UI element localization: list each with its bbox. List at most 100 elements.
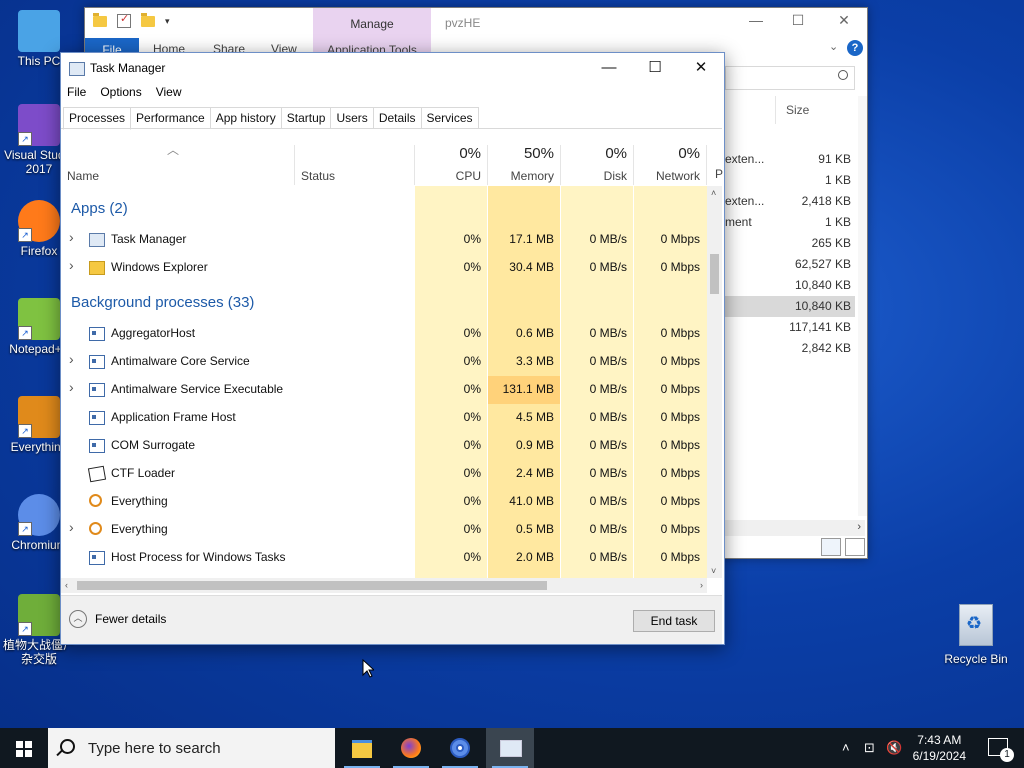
explorer-file-row[interactable]: 62,527 KB bbox=[725, 254, 855, 275]
new-folder-icon[interactable] bbox=[141, 12, 155, 27]
taskbar-task-manager[interactable] bbox=[486, 728, 534, 768]
file-size-cell: 1 KB bbox=[824, 173, 851, 187]
ribbon-expand-icon[interactable]: ⌄ bbox=[829, 40, 838, 53]
details-view-icon[interactable] bbox=[821, 538, 841, 556]
chevron-right-icon[interactable]: › bbox=[69, 257, 74, 273]
task-manager-window[interactable]: Task Manager — ☐ ✕ File Options View Pro… bbox=[60, 52, 725, 645]
help-icon[interactable]: ? bbox=[847, 40, 863, 56]
explorer-file-row[interactable]: 2,842 KB bbox=[725, 338, 855, 359]
horizontal-scroll-thumb[interactable] bbox=[77, 581, 547, 590]
tab-performance[interactable]: Performance bbox=[131, 107, 211, 129]
vertical-scrollbar[interactable]: ˄ ˅ bbox=[707, 186, 722, 578]
file-size-cell: 117,141 KB bbox=[789, 320, 851, 334]
group-apps: Apps (2) bbox=[71, 200, 128, 217]
column-header-power[interactable]: P bbox=[715, 167, 723, 181]
file-size-cell: 62,527 KB bbox=[794, 257, 851, 271]
folder-icon[interactable] bbox=[93, 12, 107, 27]
chevron-right-icon[interactable]: › bbox=[69, 351, 74, 367]
process-row[interactable]: CTF Loader 0% 2.4 MB 0 MB/s 0 Mbps bbox=[61, 460, 707, 488]
close-icon[interactable]: ✕ bbox=[829, 12, 859, 32]
size-column-header[interactable]: Size bbox=[775, 96, 866, 124]
minimize-button[interactable]: — bbox=[586, 53, 632, 83]
tab-details[interactable]: Details bbox=[373, 107, 422, 129]
fewer-details-button[interactable]: ︿ Fewer details bbox=[69, 610, 166, 628]
menu-options[interactable]: Options bbox=[100, 85, 141, 99]
chevron-right-icon[interactable]: › bbox=[69, 379, 74, 395]
maximize-icon[interactable]: ☐ bbox=[783, 12, 813, 32]
chevron-right-icon[interactable]: › bbox=[69, 229, 74, 245]
process-row[interactable]: › Antimalware Core Service 0% 3.3 MB 0 MB/s 0… bbox=[61, 348, 707, 376]
tab-app-history[interactable]: App history bbox=[210, 107, 282, 129]
tab-processes[interactable]: Processes bbox=[63, 107, 132, 130]
taskbar-firefox[interactable] bbox=[387, 728, 435, 768]
process-row[interactable]: Application Frame Host 0% 4.5 MB 0 MB/s 0 Mb… bbox=[61, 404, 707, 432]
column-header-name[interactable]: ︿ Name bbox=[61, 143, 295, 185]
horizontal-scrollbar[interactable]: ‹ › bbox=[61, 578, 707, 593]
menu-file[interactable]: File bbox=[67, 85, 86, 99]
disk-cell: 0 MB/s bbox=[589, 550, 627, 564]
properties-icon[interactable]: ✓ bbox=[117, 13, 131, 28]
memory-cell: 41.0 MB bbox=[509, 494, 554, 508]
explorer-vertical-scrollbar[interactable] bbox=[858, 96, 867, 516]
explorer-file-row[interactable]: ment 1 KB bbox=[725, 212, 855, 233]
chevron-up-icon[interactable]: ˄ bbox=[842, 740, 850, 755]
column-header-disk[interactable]: 0% Disk bbox=[561, 145, 634, 185]
process-row[interactable]: › Task Manager 0% 17.1 MB 0 MB/s 0 Mbps bbox=[61, 226, 707, 254]
task-manager-titlebar[interactable]: Task Manager — ☐ ✕ bbox=[61, 53, 724, 83]
desktop-icon-recycle-bin[interactable]: Recycle Bin bbox=[938, 604, 1014, 666]
chevron-right-icon[interactable]: › bbox=[69, 519, 74, 535]
scroll-up-icon[interactable]: ˄ bbox=[711, 188, 716, 198]
windows-logo-icon bbox=[16, 741, 32, 757]
explorer-file-row[interactable]: 1 KB bbox=[725, 170, 855, 191]
maximize-button[interactable]: ☐ bbox=[632, 53, 678, 83]
explorer-search-input[interactable] bbox=[725, 66, 855, 90]
column-header-cpu[interactable]: 0% CPU bbox=[415, 145, 488, 185]
tab-users[interactable]: Users bbox=[331, 107, 374, 129]
scroll-left-icon[interactable]: ‹ bbox=[65, 580, 68, 590]
chevron-up-icon: ︿ bbox=[69, 610, 87, 628]
vertical-scroll-thumb[interactable] bbox=[710, 254, 719, 294]
column-header-status[interactable]: Status bbox=[295, 145, 415, 185]
taskbar-search-box[interactable]: Type here to search bbox=[48, 728, 335, 768]
column-header-memory[interactable]: 50% Memory bbox=[488, 145, 561, 185]
process-row[interactable]: Host Process for Windows Tasks 0% 2.0 MB 0 … bbox=[61, 544, 707, 572]
network-icon[interactable]: ⊡ bbox=[864, 740, 875, 756]
process-row[interactable]: AggregatorHost 0% 0.6 MB 0 MB/s 0 Mbps bbox=[61, 320, 707, 348]
taskbar-file-explorer[interactable] bbox=[338, 728, 386, 768]
explorer-file-row[interactable]: exten... 2,418 KB bbox=[725, 191, 855, 212]
explorer-file-row[interactable]: 117,141 KB bbox=[725, 317, 855, 338]
close-button[interactable]: ✕ bbox=[678, 53, 724, 83]
column-header-network[interactable]: 0% Network bbox=[634, 145, 707, 185]
taskbar-chromium[interactable] bbox=[436, 728, 484, 768]
tab-services[interactable]: Services bbox=[421, 107, 479, 129]
start-button[interactable] bbox=[0, 728, 48, 768]
menu-view[interactable]: View bbox=[156, 85, 182, 99]
scroll-right-icon[interactable]: › bbox=[700, 580, 703, 590]
explorer-file-row[interactable]: 10,840 KB bbox=[725, 296, 855, 317]
process-row[interactable]: › Everything 0% 0.5 MB 0 MB/s 0 Mbps bbox=[61, 516, 707, 544]
end-task-button[interactable]: End task bbox=[633, 610, 715, 632]
large-icons-view-icon[interactable] bbox=[845, 538, 865, 556]
process-name: Task Manager bbox=[111, 232, 187, 246]
explorer-titlebar[interactable]: ✓ ▾ Manage pvzHE — ☐ ✕ bbox=[85, 8, 867, 38]
chevron-down-icon[interactable]: ▾ bbox=[165, 16, 170, 27]
process-row[interactable]: COM Surrogate 0% 0.9 MB 0 MB/s 0 Mbps bbox=[61, 432, 707, 460]
task-manager-icon bbox=[69, 62, 85, 76]
everything-search-icon bbox=[89, 494, 102, 507]
explorer-file-row[interactable]: exten... 91 KB bbox=[725, 149, 855, 170]
process-row[interactable]: Everything 0% 41.0 MB 0 MB/s 0 Mbps bbox=[61, 488, 707, 516]
scroll-down-icon[interactable]: ˅ bbox=[711, 566, 716, 576]
tab-startup[interactable]: Startup bbox=[281, 107, 332, 129]
explorer-file-row[interactable]: 265 KB bbox=[725, 233, 855, 254]
explorer-file-row[interactable]: 10,840 KB bbox=[725, 275, 855, 296]
process-row[interactable]: › Windows Explorer 0% 30.4 MB 0 MB/s 0 Mbps bbox=[61, 254, 707, 282]
volume-muted-icon[interactable]: 🔇 bbox=[886, 740, 902, 756]
system-tray: ˄ ⊡ 🔇 7:43 AM 6/19/2024 1 bbox=[824, 728, 1024, 768]
minimize-icon[interactable]: — bbox=[741, 12, 771, 32]
explorer-horizontal-scrollbar[interactable]: › bbox=[725, 520, 865, 536]
process-row[interactable]: › Antimalware Service Executable 0% 131.1 M… bbox=[61, 376, 707, 404]
scroll-right-icon[interactable]: › bbox=[857, 521, 861, 533]
manage-tab[interactable]: Manage bbox=[313, 8, 431, 38]
shortcut-arrow-icon: ↗ bbox=[18, 132, 32, 146]
clock[interactable]: 7:43 AM 6/19/2024 bbox=[913, 732, 966, 764]
